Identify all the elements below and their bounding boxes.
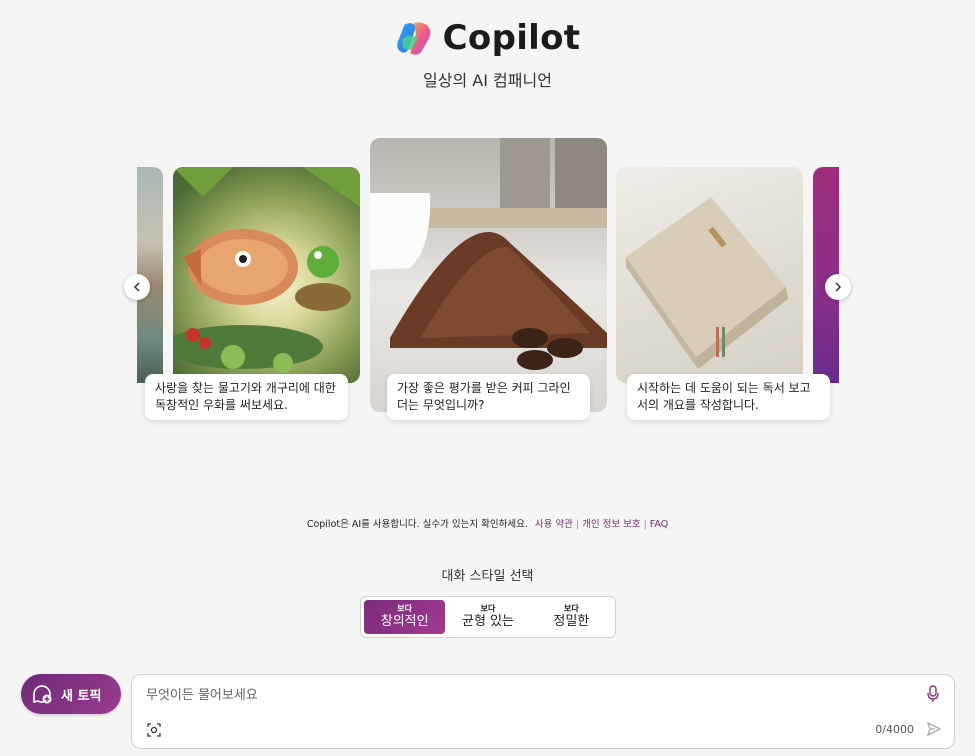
suggestion-carousel: 사랑을 찾는 물고기와 개구리에 대한 독창적인 우화를 써보세요. 가장 좋은… (137, 136, 839, 432)
brand-name: Copilot (442, 18, 581, 58)
card-image-book (616, 167, 803, 383)
style-option-label: 균형 있는 (462, 614, 514, 629)
copilot-logo (396, 22, 431, 55)
carousel-card-coffee[interactable] (370, 138, 607, 412)
conversation-style-title: 대화 스타일 선택 (441, 569, 534, 584)
style-option-prefix: 보다 (563, 604, 579, 613)
carousel-card-book[interactable] (616, 167, 803, 383)
style-option-creative[interactable]: 보다 창의적인 (364, 600, 446, 634)
chevron-right-icon (835, 282, 842, 292)
carousel-prev-button[interactable] (124, 274, 150, 300)
style-option-prefix: 보다 (397, 604, 413, 613)
disclaimer: Copilot은 AI를 사용합니다. 실수가 있는지 확인하세요. 사용 약관… (306, 519, 669, 530)
header: Copilot 일상의 AI 컴패니언 (0, 18, 975, 91)
style-option-precise[interactable]: 보다 정밀한 (531, 600, 612, 634)
chevron-left-icon (133, 282, 140, 292)
style-option-label: 정밀한 (553, 614, 590, 629)
chat-composer: 0/4000 (131, 674, 955, 749)
chat-input[interactable] (146, 685, 906, 705)
card-image-coffee (370, 138, 607, 412)
subtitle: 일상의 AI 컴패니언 (423, 71, 552, 90)
privacy-link[interactable]: 개인 정보 보호 (582, 519, 640, 530)
send-icon[interactable] (926, 721, 942, 737)
card-caption-coffee[interactable]: 가장 좋은 평가를 받은 커피 그라인더는 무엇입니까? (387, 374, 590, 420)
style-option-label: 창의적인 (380, 614, 429, 629)
camera-icon[interactable] (146, 722, 162, 738)
card-caption-book[interactable]: 시작하는 데 도움이 되는 독서 보고서의 개요를 작성합니다. (627, 374, 830, 420)
brand: Copilot (395, 18, 581, 58)
new-topic-button[interactable]: 새 토픽 (21, 674, 121, 714)
conversation-style-selector: 보다 창의적인 보다 균형 있는 보다 정밀한 (360, 596, 616, 638)
card-image-fish-frog (173, 167, 360, 383)
carousel-next-button[interactable] (825, 274, 851, 300)
new-topic-label: 새 토픽 (61, 688, 102, 704)
style-option-balanced[interactable]: 보다 균형 있는 (447, 600, 528, 634)
new-topic-icon (33, 685, 52, 704)
disclaimer-text: Copilot은 AI를 사용합니다. 실수가 있는지 확인하세요. (306, 519, 528, 530)
style-option-prefix: 보다 (480, 604, 496, 613)
card-caption-fish-frog[interactable]: 사랑을 찾는 물고기와 개구리에 대한 독창적인 우화를 써보세요. (145, 374, 348, 420)
faq-link[interactable]: FAQ (650, 519, 668, 530)
carousel-card-fish-frog[interactable] (173, 167, 360, 383)
char-counter: 0/4000 (875, 723, 914, 736)
mic-icon[interactable] (926, 685, 940, 703)
terms-link[interactable]: 사용 약관 (535, 519, 573, 530)
